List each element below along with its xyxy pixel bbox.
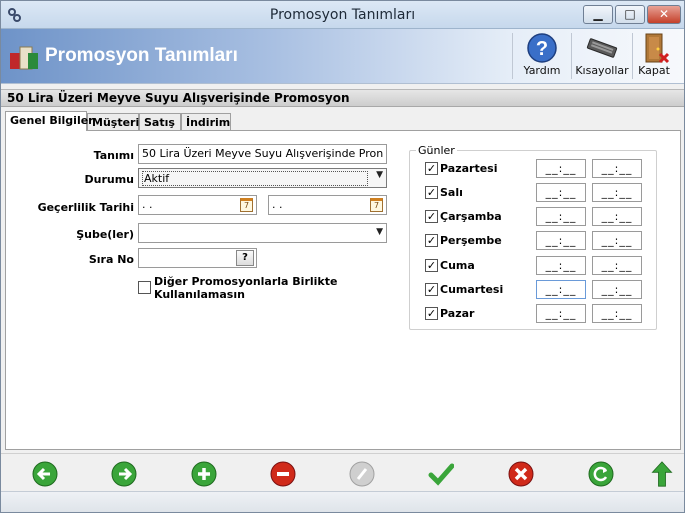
record-title: 50 Lira Üzeri Meyve Suyu Alışverişinde P… xyxy=(1,89,684,107)
close-button[interactable]: ✕ xyxy=(647,5,681,24)
end-time-input[interactable]: __:__ xyxy=(592,183,642,202)
lookup-button[interactable]: ? xyxy=(236,250,254,266)
sube-select[interactable]: ▼ xyxy=(138,223,387,243)
start-time-input[interactable]: __:__ xyxy=(536,159,586,178)
keyboard-icon xyxy=(586,38,618,58)
maximize-button[interactable]: □ xyxy=(615,5,645,24)
durumu-value: Aktif xyxy=(142,171,368,186)
day-label: Pazartesi xyxy=(440,162,498,175)
shortcuts-label: Kısayollar xyxy=(575,64,629,77)
end-time-input[interactable]: __:__ xyxy=(592,159,642,178)
action-bar xyxy=(1,453,684,491)
end-time-input[interactable]: __:__ xyxy=(592,207,642,226)
close-module-label: Kapat xyxy=(638,64,670,77)
start-time-input[interactable]: __:__ xyxy=(536,256,586,275)
end-date-value: . . xyxy=(272,198,283,211)
checkmark-icon[interactable] xyxy=(428,461,454,487)
help-button[interactable]: ? Yardım xyxy=(516,32,568,82)
end-time-input[interactable]: __:__ xyxy=(592,304,642,323)
start-time-input[interactable]: __:__ xyxy=(536,207,586,226)
main-window: Promosyon Tanımları ▁ □ ✕ Promosyon Tanı… xyxy=(0,0,685,513)
chevron-down-icon: ▼ xyxy=(376,170,383,180)
day-label: Salı xyxy=(440,186,463,199)
chevron-down-icon: ▼ xyxy=(376,227,383,237)
gunler-label: Günler xyxy=(416,144,457,157)
day-checkbox[interactable]: ✓ xyxy=(425,210,438,223)
sira-input[interactable]: ? xyxy=(138,248,257,268)
day-label: Perşembe xyxy=(440,234,502,247)
start-date-input[interactable]: . . 7 xyxy=(138,195,257,215)
door-exit-icon xyxy=(645,33,670,64)
durumu-select[interactable]: Aktif ▼ xyxy=(138,168,387,188)
header-title: Promosyon Tanımları xyxy=(45,45,238,66)
refresh-icon[interactable] xyxy=(588,461,614,487)
day-checkbox[interactable]: ✓ xyxy=(425,307,438,320)
start-time-input[interactable]: __:__ xyxy=(536,183,586,202)
sira-label: Sıra No xyxy=(88,253,134,266)
module-header: Promosyon Tanımları ? Yardım Kısayollar xyxy=(1,29,684,84)
durumu-label: Durumu xyxy=(84,173,134,186)
tanimi-input[interactable]: 50 Lira Üzeri Meyve Suyu Alışverişinde P… xyxy=(138,144,387,164)
diger-label: Diğer Promosyonlarla Birlikte Kullanılam… xyxy=(154,275,338,301)
arrow-up-icon[interactable] xyxy=(649,461,675,487)
cancel-icon[interactable] xyxy=(508,461,534,487)
tanimi-label: Tanımı xyxy=(93,149,134,162)
end-time-input[interactable]: __:__ xyxy=(592,256,642,275)
day-checkbox[interactable]: ✓ xyxy=(425,283,438,296)
start-time-input[interactable]: __:__ xyxy=(536,280,586,299)
calendar-icon[interactable]: 7 xyxy=(240,198,253,212)
close-module-button[interactable]: Kapat xyxy=(634,32,674,82)
remove-icon[interactable] xyxy=(270,461,296,487)
title-bar: Promosyon Tanımları ▁ □ ✕ xyxy=(1,1,684,29)
arrow-right-icon[interactable] xyxy=(111,461,137,487)
status-bar xyxy=(1,491,684,512)
day-checkbox[interactable]: ✓ xyxy=(425,234,438,247)
help-label: Yardım xyxy=(523,64,561,77)
start-time-input[interactable]: __:__ xyxy=(536,231,586,250)
tab-genel-bilgiler[interactable]: Genel Bilgiler xyxy=(5,111,94,131)
day-checkbox[interactable]: ✓ xyxy=(425,186,438,199)
sube-label: Şube(ler) xyxy=(76,228,134,241)
help-icon: ? xyxy=(527,33,557,63)
day-checkbox[interactable]: ✓ xyxy=(425,259,438,272)
day-label: Çarşamba xyxy=(440,210,502,223)
start-time-input[interactable]: __:__ xyxy=(536,304,586,323)
start-date-value: . . xyxy=(142,198,153,211)
tab-satis[interactable]: Satış xyxy=(139,113,181,131)
day-label: Pazar xyxy=(440,307,475,320)
calendar-icon[interactable]: 7 xyxy=(370,198,383,212)
end-time-input[interactable]: __:__ xyxy=(592,231,642,250)
svg-text:?: ? xyxy=(536,38,548,60)
arrow-left-icon[interactable] xyxy=(32,461,58,487)
day-label: Cumartesi xyxy=(440,283,504,296)
end-date-input[interactable]: . . 7 xyxy=(268,195,387,215)
edit-disabled-icon[interactable] xyxy=(349,461,375,487)
end-time-input[interactable]: __:__ xyxy=(592,280,642,299)
window-title: Promosyon Tanımları xyxy=(269,7,416,23)
day-checkbox[interactable]: ✓ xyxy=(425,162,438,175)
tab-indirim[interactable]: İndirim xyxy=(181,113,231,131)
diger-checkbox[interactable] xyxy=(138,281,151,294)
shortcuts-button[interactable]: Kısayollar xyxy=(574,32,630,82)
minimize-button[interactable]: ▁ xyxy=(583,5,613,24)
add-icon[interactable] xyxy=(191,461,217,487)
gecerlilik-label: Geçerlilik Tarihi xyxy=(37,201,134,214)
tab-musteri[interactable]: Müşteri xyxy=(87,113,139,131)
promotion-gift-icon xyxy=(10,46,38,70)
day-label: Cuma xyxy=(440,259,475,272)
